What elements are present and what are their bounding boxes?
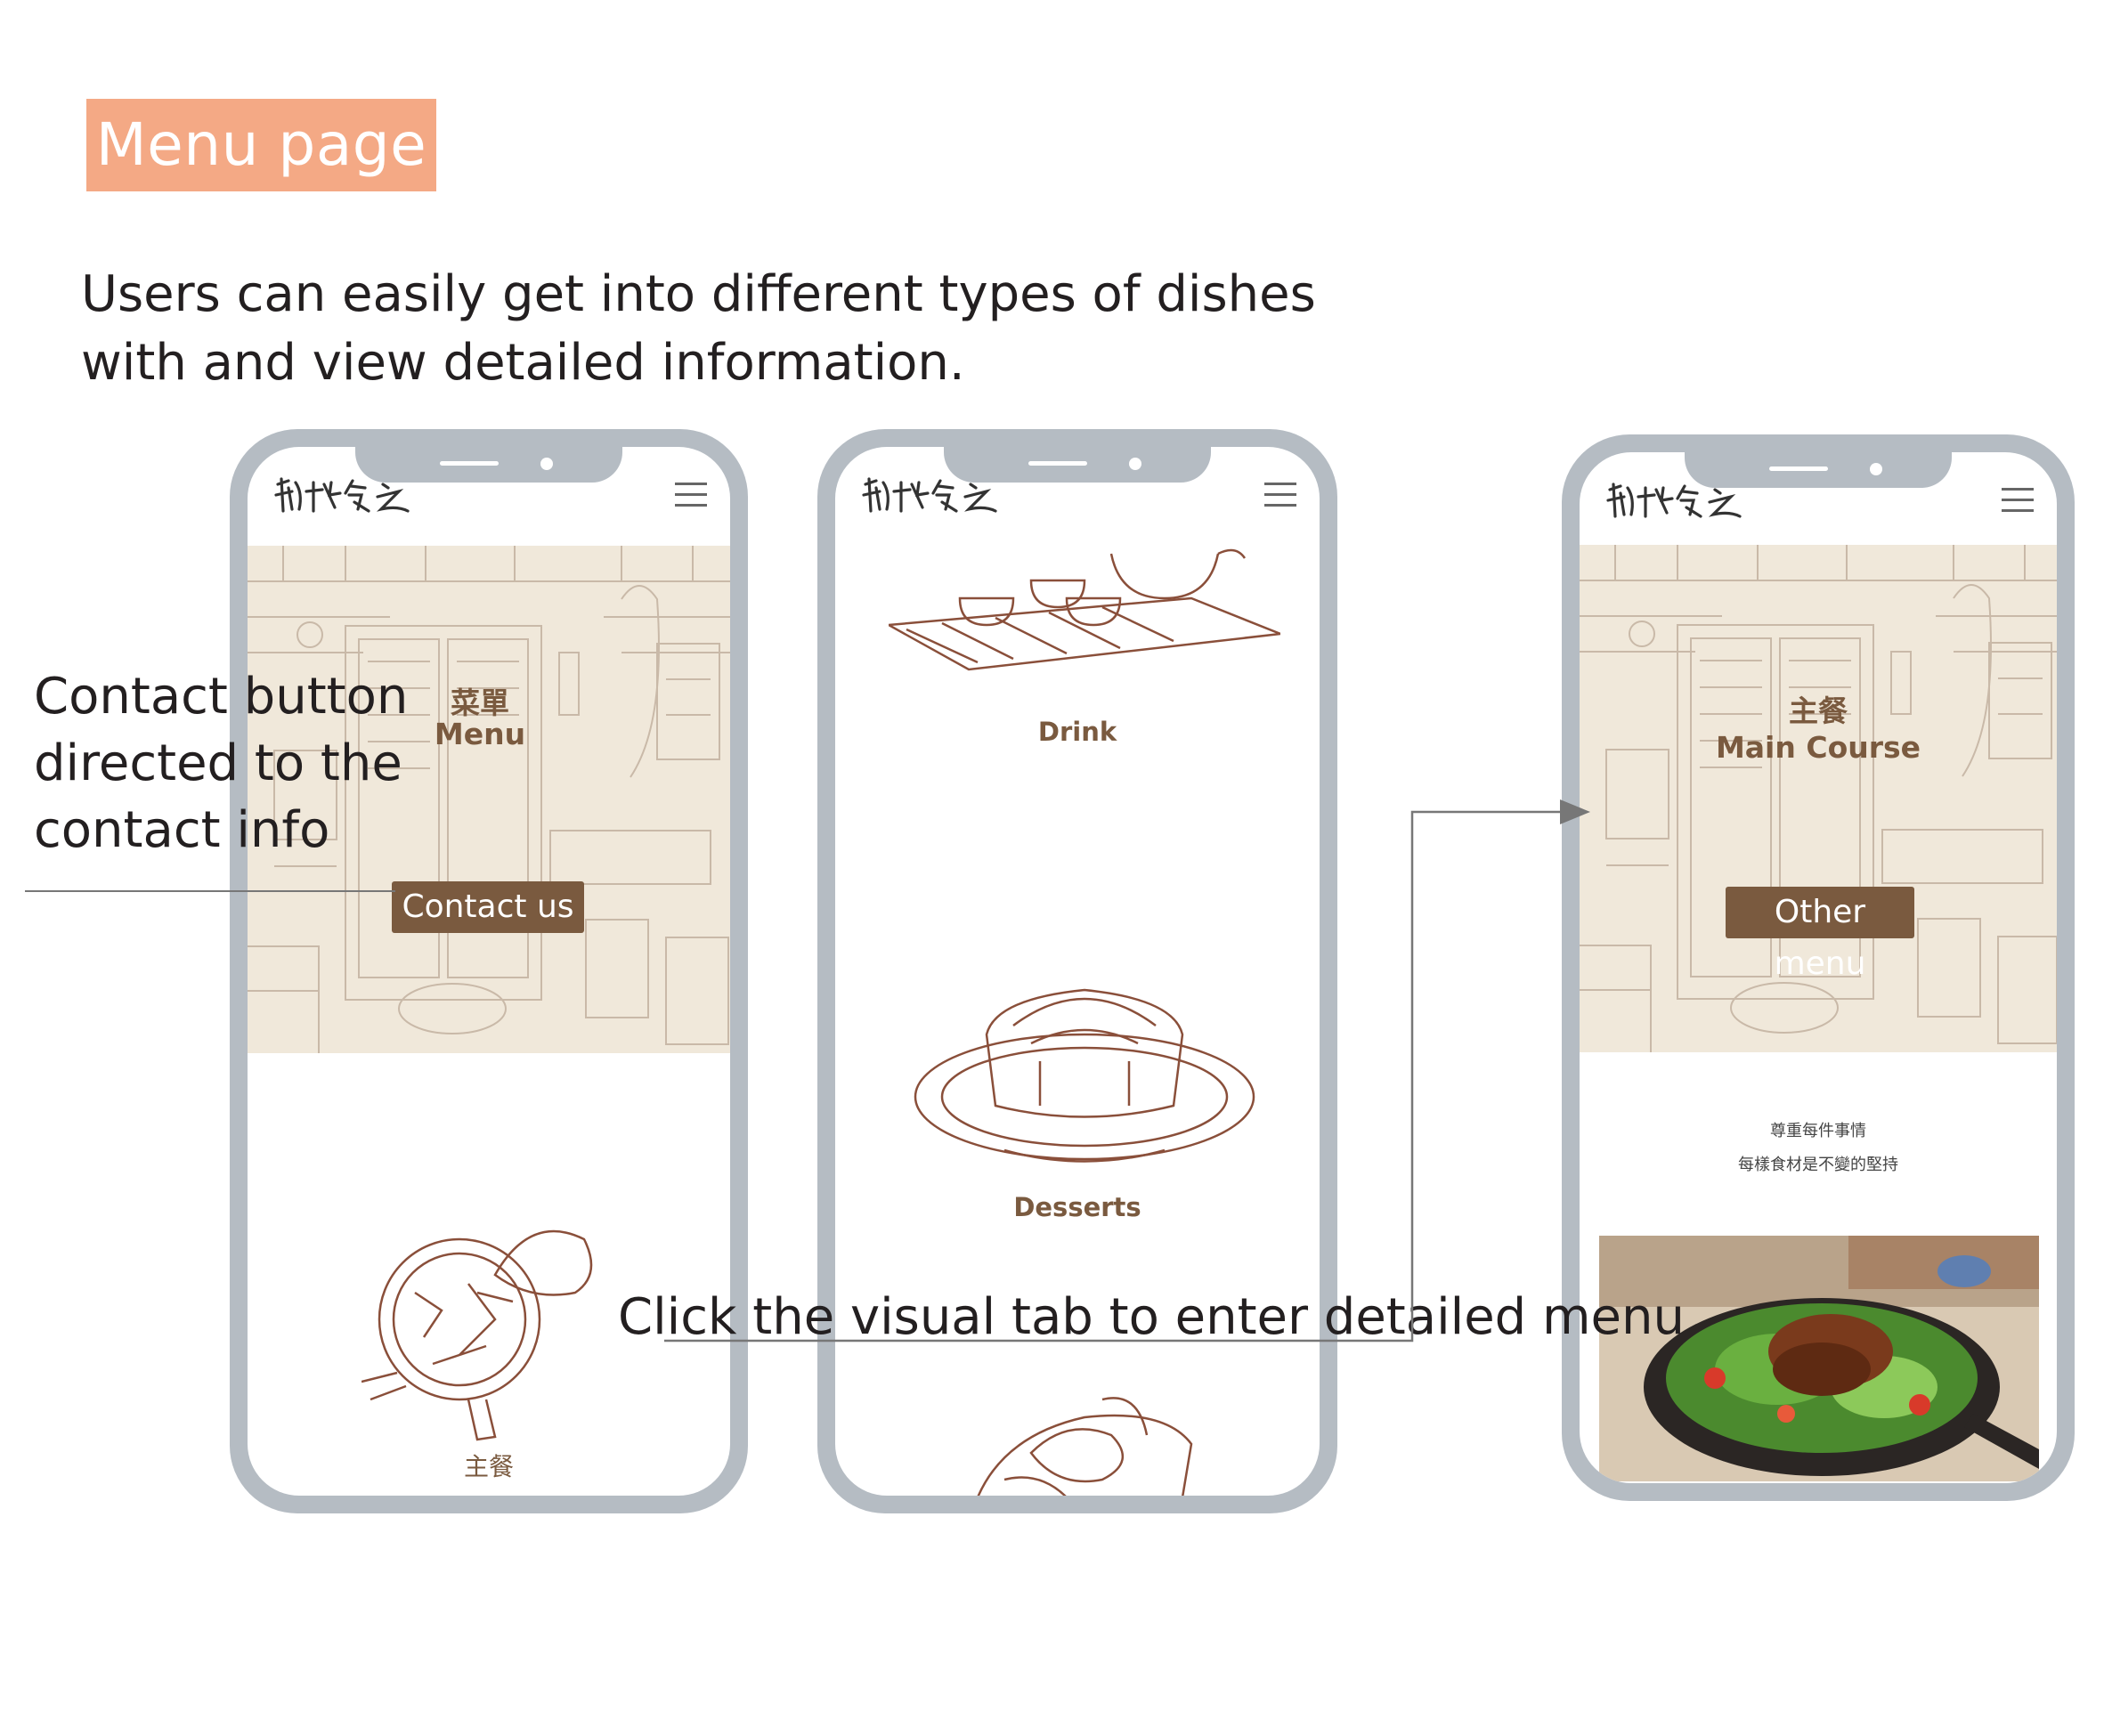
intro-line-2: with and view detailed information.	[81, 334, 965, 392]
contact-annotation-line	[25, 890, 395, 892]
side-dish-bread-icon[interactable]	[969, 1382, 1200, 1496]
brand-logo-icon[interactable]	[860, 475, 1011, 515]
contact-annotation-line-1: Contact button	[34, 668, 409, 726]
hamburger-icon[interactable]	[2002, 488, 2034, 513]
main-course-label[interactable]: 主餐	[248, 1448, 730, 1483]
main-course-dish-icon[interactable]	[361, 1186, 611, 1444]
speaker	[1769, 466, 1828, 471]
intro-line-1: Users can easily get into different type…	[81, 265, 1316, 323]
camera	[540, 458, 553, 470]
speaker	[1028, 461, 1087, 466]
page-title: Menu page	[86, 99, 436, 191]
drink-tea-set-icon[interactable]	[889, 545, 1280, 678]
hamburger-icon[interactable]	[1264, 483, 1296, 507]
camera	[1129, 458, 1141, 470]
tagline-line-1: 尊重每件事情	[1770, 1122, 1866, 1140]
contact-annotation-line-2: directed to the	[34, 734, 402, 792]
contact-us-button[interactable]: Contact us	[392, 881, 584, 933]
intro-text: Users can easily get into different type…	[81, 260, 1316, 397]
brand-logo-icon[interactable]	[1604, 481, 1756, 520]
hero-title-en: Main Course	[1715, 730, 1921, 765]
speaker	[440, 461, 499, 466]
hamburger-icon[interactable]	[675, 483, 707, 507]
main-course-food-photo[interactable]	[1599, 1236, 2039, 1481]
contact-annotation-line-3: contact info	[34, 801, 330, 859]
tagline: 尊重每件事情 每樣食材是不變的堅持	[1580, 1115, 2057, 1182]
other-menu-button[interactable]: Other menu	[1726, 887, 1914, 982]
drink-label[interactable]: Drink	[835, 717, 1320, 747]
camera	[1870, 463, 1882, 475]
connector-arrow	[664, 799, 1590, 1343]
contact-annotation: Contact button directed to the contact i…	[34, 663, 408, 864]
brand-logo-icon[interactable]	[272, 475, 424, 515]
tagline-line-2: 每樣食材是不變的堅持	[1738, 1156, 1898, 1174]
hero-title-zh: 主餐	[1789, 694, 1848, 728]
